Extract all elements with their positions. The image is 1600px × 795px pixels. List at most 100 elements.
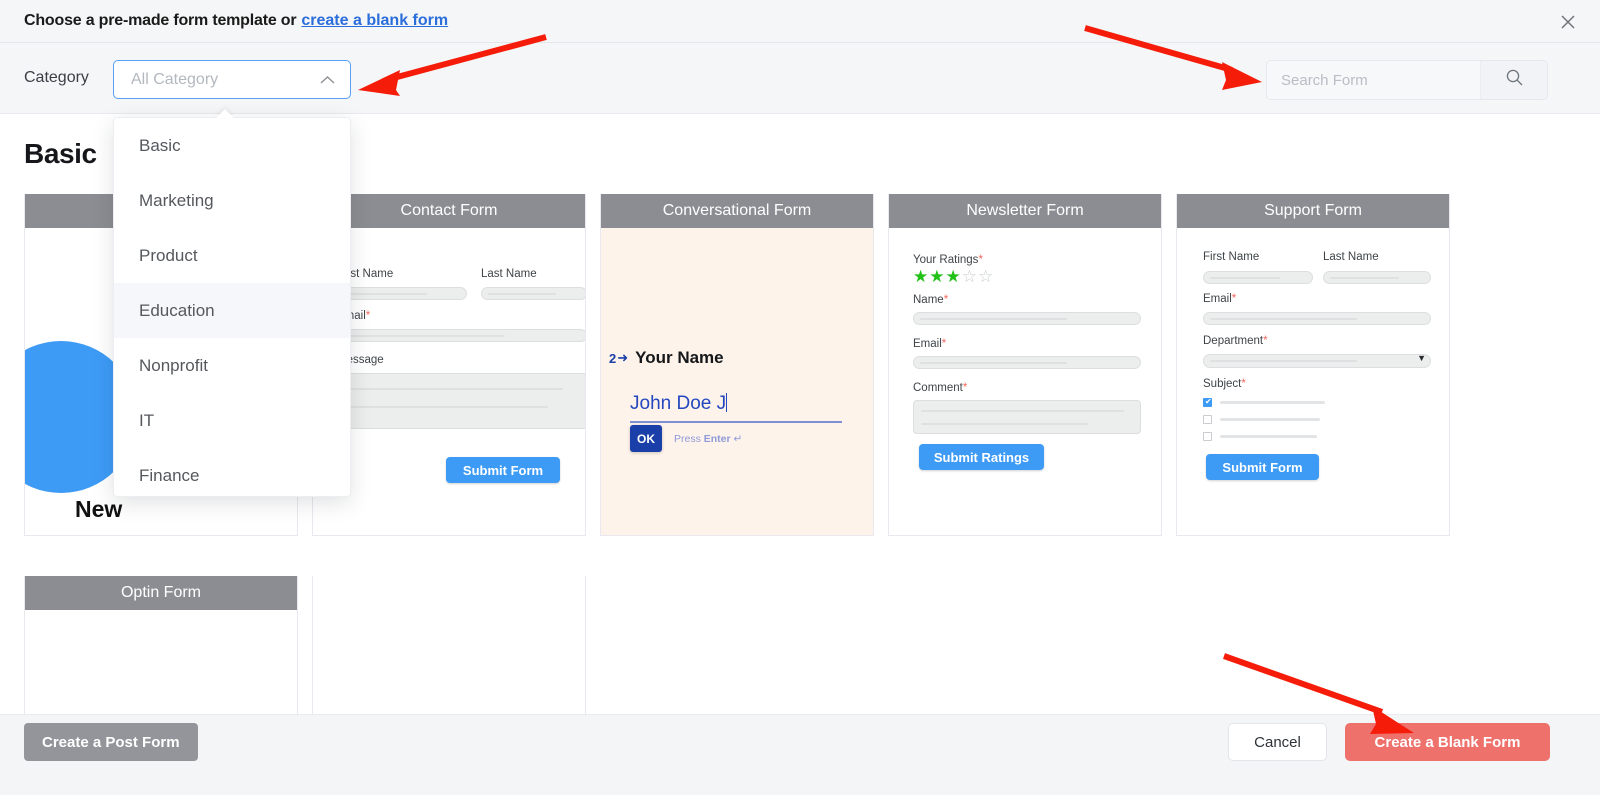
field-label-text: Email xyxy=(1203,293,1232,305)
field-label: Email* xyxy=(1203,293,1431,305)
card-preview: First Name Last Name Email* Department* … xyxy=(1177,228,1449,535)
search-form-box xyxy=(1266,60,1548,100)
dropdown-option-marketing[interactable]: Marketing xyxy=(114,173,350,228)
template-card[interactable]: Optin Form xyxy=(24,576,298,714)
field-label: Name* xyxy=(913,294,1141,306)
field-label-text: Comment xyxy=(913,382,963,394)
dropdown-option-it[interactable]: IT xyxy=(114,393,350,448)
card-preview: First Name Last Name Email* Message Subm… xyxy=(313,228,585,535)
last-name-input[interactable] xyxy=(481,287,585,300)
field-label-text: Name xyxy=(913,294,944,306)
enter-hint: Press Enter ↵ xyxy=(674,432,743,445)
checkbox-checked[interactable]: ✔ xyxy=(1203,397,1212,407)
required-marker: * xyxy=(1231,293,1237,305)
category-label: Category xyxy=(24,69,89,86)
cancel-button[interactable]: Cancel xyxy=(1228,723,1327,761)
ok-button[interactable]: OK xyxy=(630,425,662,452)
card-title: Optin Form xyxy=(25,576,297,610)
card-title: Contact Form xyxy=(313,194,585,228)
required-marker: * xyxy=(941,338,947,350)
search-button[interactable] xyxy=(1480,61,1547,99)
required-marker: * xyxy=(962,382,968,394)
field-label: Department* xyxy=(1203,335,1431,347)
field-label-text: Email xyxy=(913,338,942,350)
template-card[interactable]: Support Form First Name Last Name Email*… xyxy=(1176,194,1450,536)
email-input[interactable] xyxy=(337,329,585,342)
first-name-input[interactable] xyxy=(1203,271,1313,284)
text-caret xyxy=(726,393,728,412)
submit-button[interactable]: Submit Ratings xyxy=(919,444,1044,470)
required-marker: * xyxy=(1241,378,1246,390)
close-icon[interactable] xyxy=(1554,8,1582,36)
dropdown-option-nonprofit[interactable]: Nonprofit xyxy=(114,338,350,393)
template-card-placeholder xyxy=(312,576,586,714)
category-select-value: All Category xyxy=(131,70,219,88)
field-label-text: Department xyxy=(1203,335,1264,347)
submit-button[interactable]: Submit Form xyxy=(1206,454,1319,480)
dropdown-option-education[interactable]: Education xyxy=(114,283,350,338)
card-preview: Your Ratings* ★★★☆☆ Name* Email* Comment… xyxy=(889,228,1161,535)
card-title: Support Form xyxy=(1177,194,1449,228)
question-label: Your Name xyxy=(635,348,724,367)
first-name-input[interactable] xyxy=(337,287,467,300)
star-rating[interactable]: ★★★☆☆ xyxy=(913,267,994,287)
checkbox-unchecked[interactable] xyxy=(1203,415,1212,424)
enter-hint-prefix: Press xyxy=(674,432,701,445)
arrow-right-icon: ➜ xyxy=(617,350,629,365)
card-preview xyxy=(25,610,297,714)
field-label: Last Name xyxy=(1323,251,1379,263)
field-label: Comment* xyxy=(913,382,1141,394)
checkbox-label-placeholder xyxy=(1220,418,1320,421)
required-marker: * xyxy=(1263,335,1268,347)
field-label: Your Ratings* xyxy=(913,254,994,266)
enter-hint-key: Enter xyxy=(703,432,731,445)
dropdown-option-finance[interactable]: Finance xyxy=(114,448,350,496)
field-label: Email* xyxy=(913,338,1141,350)
required-marker: * xyxy=(943,294,949,306)
template-card[interactable]: Conversational Form 2 ➜ Your Name John D… xyxy=(600,194,874,536)
email-input[interactable] xyxy=(913,356,1141,369)
card-caption: New xyxy=(75,496,123,522)
field-label: Message xyxy=(337,354,384,366)
answer-value: John Doe J xyxy=(630,393,727,414)
template-card[interactable]: Contact Form First Name Last Name Email*… xyxy=(312,194,586,536)
search-icon xyxy=(1505,68,1524,92)
checkbox-unchecked[interactable] xyxy=(1203,432,1212,441)
create-post-form-button[interactable]: Create a Post Form xyxy=(24,723,198,761)
card-title: Conversational Form xyxy=(601,194,873,228)
field-label-text: Subject xyxy=(1203,378,1242,390)
template-card[interactable]: Newsletter Form Your Ratings* ★★★☆☆ Name… xyxy=(888,194,1162,536)
dropdown-option-basic[interactable]: Basic xyxy=(114,118,350,173)
name-input[interactable] xyxy=(913,312,1141,325)
comment-textarea[interactable] xyxy=(913,400,1141,434)
field-label: First Name xyxy=(337,268,394,280)
template-picker-modal: Choose a pre-made form template or creat… xyxy=(0,0,1600,795)
field-label: First Name xyxy=(1203,251,1260,263)
category-select[interactable]: All Category xyxy=(113,60,351,99)
answer-input[interactable]: John Doe J xyxy=(630,393,842,423)
card-preview: 2 ➜ Your Name John Doe J OK Press Enter … xyxy=(601,228,873,535)
field-label-text: Your Ratings xyxy=(913,254,979,266)
last-name-input[interactable] xyxy=(1323,271,1431,284)
field-label: Subject* xyxy=(1203,378,1431,390)
section-title: Basic xyxy=(24,138,97,169)
checkbox-label-placeholder xyxy=(1220,401,1325,404)
required-marker: * xyxy=(978,254,983,266)
star-empty-icon: ☆☆ xyxy=(961,267,995,286)
create-blank-form-link[interactable]: create a blank form xyxy=(301,12,448,30)
card-title: Newsletter Form xyxy=(889,194,1161,228)
field-label: Last Name xyxy=(481,268,537,280)
department-select[interactable]: ▼ xyxy=(1203,353,1431,368)
chevron-up-icon xyxy=(319,73,336,91)
search-input[interactable] xyxy=(1267,61,1480,99)
submit-button[interactable]: Submit Form xyxy=(446,457,560,483)
checkbox-label-placeholder xyxy=(1220,435,1317,438)
page-title: Choose a pre-made form template or xyxy=(24,12,297,29)
dropdown-option-product[interactable]: Product xyxy=(114,228,350,283)
category-dropdown: Basic Marketing Product Education Nonpro… xyxy=(113,117,351,497)
message-textarea[interactable] xyxy=(337,373,585,429)
create-blank-form-button[interactable]: Create a Blank Form xyxy=(1345,723,1550,761)
email-input[interactable] xyxy=(1203,312,1431,325)
field-label: Email* xyxy=(337,310,585,322)
dropdown-caret xyxy=(216,109,234,118)
